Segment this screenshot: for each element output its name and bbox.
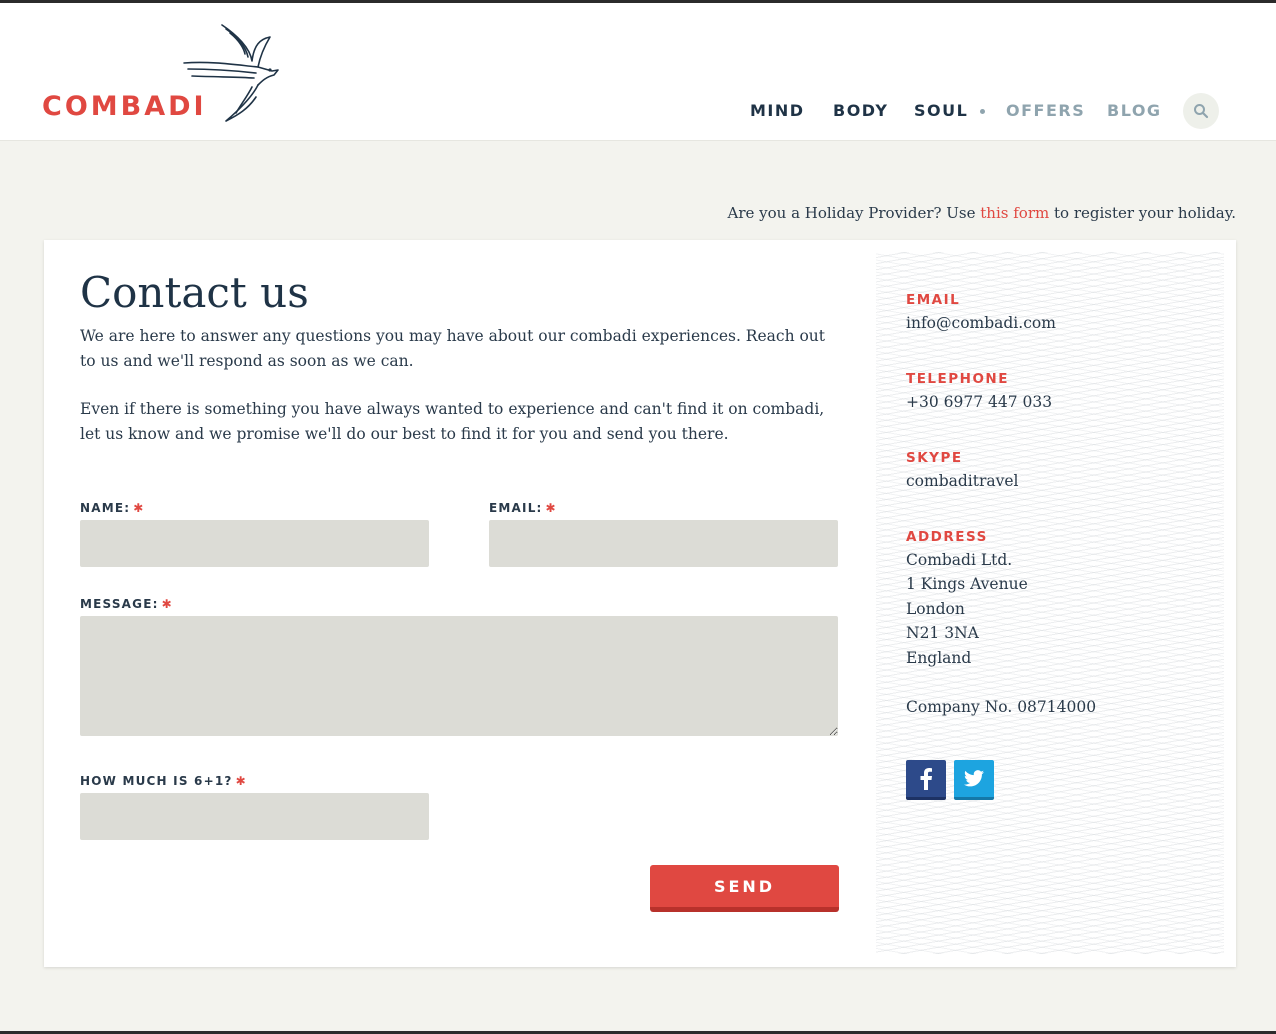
name-label: NAME: ✱ <box>80 501 145 515</box>
twitter-button[interactable] <box>954 760 994 800</box>
nav-item-body[interactable]: BODY <box>833 101 889 120</box>
intro-paragraph-1: We are here to answer any questions you … <box>80 327 826 370</box>
address-line: London <box>906 600 965 618</box>
required-mark: ✱ <box>161 597 173 611</box>
facebook-icon <box>920 767 932 790</box>
address-heading: ADDRESS <box>906 529 988 545</box>
provider-note-prefix: Are you a Holiday Provider? Use <box>727 204 981 222</box>
address-line: England <box>906 649 972 667</box>
page-title: Contact us <box>80 268 309 317</box>
nav-item-soul[interactable]: SOUL <box>914 101 968 120</box>
company-number: Company No. 08714000 <box>906 698 1097 716</box>
name-label-text: NAME: <box>80 501 131 515</box>
search-button[interactable] <box>1183 93 1219 129</box>
nav-item-offers[interactable]: OFFERS <box>1006 101 1085 120</box>
register-holiday-link[interactable]: this form <box>980 204 1049 222</box>
required-mark: ✱ <box>545 501 557 515</box>
telephone-heading: TELEPHONE <box>906 371 1009 387</box>
nav-item-blog[interactable]: BLOG <box>1107 101 1162 120</box>
address-line: N21 3NA <box>906 624 979 642</box>
required-mark: ✱ <box>133 501 145 515</box>
combadi-logo[interactable]: COMBADI <box>42 23 282 123</box>
address-line: 1 Kings Avenue <box>906 575 1028 593</box>
telephone-number: +30 6977 447 033 <box>906 393 1053 411</box>
facebook-button[interactable] <box>906 760 946 800</box>
provider-note-suffix: to register your holiday. <box>1049 204 1236 222</box>
swallow-bird-icon <box>183 24 279 122</box>
send-button[interactable]: SEND <box>650 865 839 912</box>
address-line: Combadi Ltd. <box>906 551 1013 569</box>
name-input[interactable] <box>80 520 429 567</box>
email-label-text: EMAIL: <box>489 501 543 515</box>
contact-card: Contact us We are here to answer any que… <box>44 240 1236 967</box>
skype-handle: combaditravel <box>906 472 1019 490</box>
search-icon <box>1194 104 1209 119</box>
nav-item-mind[interactable]: MIND <box>750 101 805 120</box>
email-heading: EMAIL <box>906 292 961 308</box>
nav-separator-dot <box>980 109 985 114</box>
holiday-provider-note: Are you a Holiday Provider? Use this for… <box>727 204 1236 222</box>
email-input[interactable] <box>489 520 838 567</box>
contact-details-sidebar: EMAIL info@combadi.com TELEPHONE +30 697… <box>876 252 1224 954</box>
captcha-label-text: HOW MUCH IS 6+1? <box>80 774 233 788</box>
skype-heading: SKYPE <box>906 450 963 466</box>
message-textarea[interactable] <box>80 616 838 736</box>
captcha-input[interactable] <box>80 793 429 840</box>
intro-paragraph-2: Even if there is something you have alwa… <box>80 400 825 443</box>
captcha-label: HOW MUCH IS 6+1? ✱ <box>80 774 247 788</box>
email-address[interactable]: info@combadi.com <box>906 314 1056 332</box>
site-header: COMBADI MIND BODY SOUL OFFERS BLOG <box>0 3 1276 141</box>
email-label: EMAIL: ✱ <box>489 501 557 515</box>
twitter-icon <box>964 770 984 787</box>
required-mark: ✱ <box>235 774 247 788</box>
message-label: MESSAGE: ✱ <box>80 597 173 611</box>
message-label-text: MESSAGE: <box>80 597 159 611</box>
